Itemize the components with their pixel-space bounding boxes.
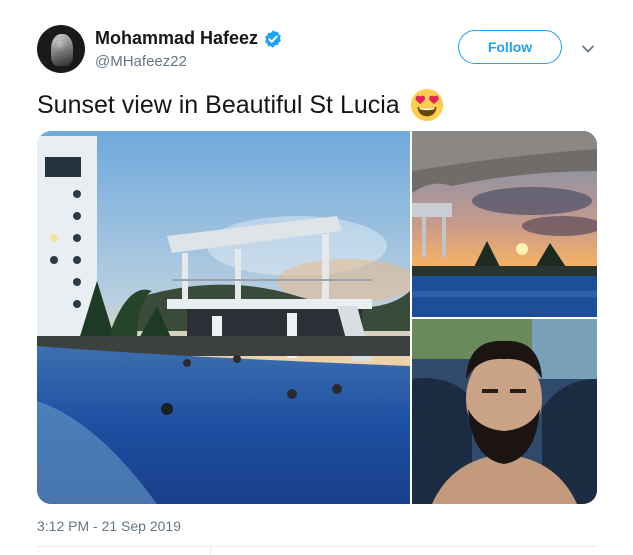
photo-pool-sunset[interactable] <box>37 131 410 504</box>
divider <box>37 546 597 547</box>
photo-selfie[interactable] <box>412 319 597 504</box>
follow-button[interactable]: Follow <box>458 30 562 64</box>
tweet-text-body: Sunset view in Beautiful St Lucia <box>37 90 400 119</box>
divider-tick <box>210 547 211 555</box>
tweet-timestamp[interactable]: 3:12 PM - 21 Sep 2019 <box>37 518 181 534</box>
author-handle[interactable]: @MHafeez22 <box>95 53 187 70</box>
tweet-text: Sunset view in Beautiful St Lucia <box>37 88 444 122</box>
heart-eyes-emoji-icon <box>410 88 443 122</box>
photo-infinity-pool[interactable] <box>412 131 597 317</box>
chevron-down-icon[interactable] <box>580 41 596 57</box>
verified-badge-icon <box>265 29 281 48</box>
avatar-photo <box>51 34 73 66</box>
tweet-card: Mohammad Hafeez @MHafeez22 Follow Sunset… <box>0 0 633 555</box>
avatar[interactable] <box>37 25 85 73</box>
author-name-row: Mohammad Hafeez <box>95 28 283 49</box>
media-grid <box>37 131 597 504</box>
author-display-name[interactable]: Mohammad Hafeez <box>95 28 258 49</box>
